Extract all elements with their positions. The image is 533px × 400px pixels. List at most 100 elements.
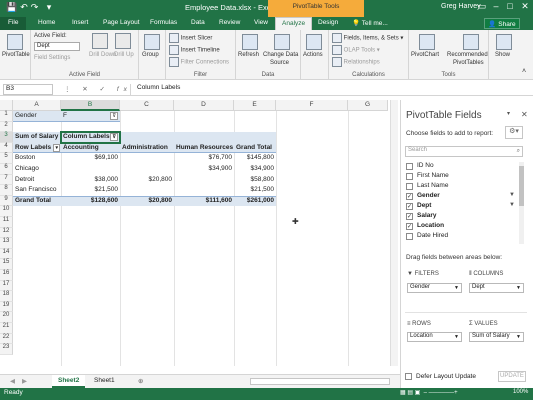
table-cell[interactable] bbox=[120, 164, 174, 175]
pane-options-icon[interactable]: ▾ bbox=[507, 110, 510, 117]
defer-checkbox[interactable] bbox=[405, 373, 412, 380]
table-row-label[interactable]: San Francisco bbox=[13, 185, 61, 196]
formula-input[interactable]: Column Labels bbox=[130, 84, 398, 95]
row-labels-filter-icon[interactable]: ▾ bbox=[53, 143, 60, 152]
table-cell[interactable]: $145,800 bbox=[234, 153, 276, 164]
table-cell[interactable]: $21,500 bbox=[234, 185, 276, 196]
table-cell[interactable]: $20,800 bbox=[120, 175, 174, 186]
table-cell[interactable]: $34,900 bbox=[174, 164, 234, 175]
table-cell[interactable]: $128,600 bbox=[61, 196, 120, 207]
field-item[interactable]: ✓ Gender ▼ bbox=[405, 192, 517, 202]
formula-icons[interactable]: ⋮ ✕ ✓ fx bbox=[64, 85, 132, 93]
row-header[interactable]: 14 bbox=[0, 248, 13, 260]
vertical-scrollbar[interactable] bbox=[390, 100, 398, 366]
chevron-down-icon[interactable]: ▼ bbox=[454, 334, 459, 340]
row-header[interactable]: 20 bbox=[0, 312, 13, 323]
table-cell[interactable]: $20,800 bbox=[120, 196, 174, 207]
filter-dropdown-icon[interactable]: ⊽ bbox=[110, 112, 118, 120]
table-row-label[interactable]: Chicago bbox=[13, 164, 61, 175]
field-checkbox-checked[interactable]: ✓ bbox=[406, 193, 413, 200]
table-cell[interactable]: $58,800 bbox=[234, 175, 276, 186]
tab-analyze[interactable]: Analyze bbox=[275, 17, 313, 30]
close-icon[interactable]: ✕ bbox=[518, 1, 532, 12]
filter-icon[interactable]: ▼ bbox=[509, 192, 515, 198]
filter-connections-button[interactable]: Filter Connections bbox=[169, 57, 229, 67]
cell-header-human-resources[interactable]: Human Resources bbox=[174, 143, 234, 154]
column-header-b[interactable]: B bbox=[61, 100, 120, 111]
row-header[interactable]: 21 bbox=[0, 323, 13, 334]
cell-b1[interactable]: F ⊽ bbox=[61, 111, 120, 122]
table-cell[interactable]: $21,500 bbox=[61, 185, 120, 196]
field-search-input[interactable]: Search ⌕ bbox=[405, 146, 523, 157]
recommended-pivottables-button[interactable]: Recommended bbox=[447, 52, 488, 58]
active-field-input[interactable]: Dept bbox=[34, 42, 80, 51]
insert-timeline-button[interactable]: Insert Timeline bbox=[169, 45, 220, 55]
table-cell[interactable]: $38,000 bbox=[61, 175, 120, 186]
row-header[interactable]: 12 bbox=[0, 227, 13, 239]
table-cell[interactable] bbox=[174, 175, 234, 186]
values-field-pill[interactable]: Sum of Salary ▼ bbox=[469, 332, 524, 342]
maximize-icon[interactable]: □ bbox=[503, 1, 517, 11]
cell-header-administration[interactable]: Administration bbox=[120, 143, 174, 154]
row-header[interactable]: 7 bbox=[0, 174, 13, 186]
field-checkbox-checked[interactable]: ✓ bbox=[406, 223, 413, 230]
chevron-down-icon[interactable]: ▼ bbox=[454, 285, 459, 291]
pane-close-icon[interactable]: ✕ bbox=[521, 110, 528, 119]
row-header[interactable]: 10 bbox=[0, 206, 13, 217]
row-header[interactable]: 11 bbox=[0, 217, 13, 228]
column-header-c[interactable]: C bbox=[120, 100, 174, 111]
cell-a1[interactable]: Gender bbox=[13, 111, 61, 122]
sheet-tab-sheet2[interactable]: Sheet2 bbox=[52, 375, 86, 388]
view-buttons[interactable]: ▦ ▤ ▣ – ──────+ bbox=[400, 389, 458, 396]
field-item[interactable]: ✓ Dept ▼ bbox=[405, 202, 517, 212]
update-button[interactable]: UPDATE bbox=[498, 371, 526, 382]
field-checkbox[interactable] bbox=[406, 163, 413, 170]
field-item[interactable]: Last Name bbox=[405, 182, 517, 192]
filter-icon[interactable]: ▼ bbox=[509, 202, 515, 208]
drill-down-button[interactable]: Drill Down bbox=[89, 52, 116, 58]
row-header[interactable]: 23 bbox=[0, 344, 13, 355]
row-header[interactable]: 5 bbox=[0, 153, 13, 164]
column-header-e[interactable]: E bbox=[234, 100, 276, 111]
tab-view[interactable]: View bbox=[254, 17, 268, 30]
actions-button[interactable]: Actions bbox=[303, 52, 323, 58]
table-row-label[interactable]: Detroit bbox=[13, 175, 61, 186]
tab-formulas[interactable]: Formulas bbox=[150, 17, 177, 30]
select-all-corner[interactable] bbox=[0, 100, 13, 111]
tab-home[interactable]: Home bbox=[38, 17, 55, 30]
share-button[interactable]: 👤 Share bbox=[484, 18, 520, 29]
rows-field-pill[interactable]: Location ▼ bbox=[407, 332, 462, 342]
pivotchart-button[interactable]: PivotChart bbox=[411, 52, 439, 58]
cell-header-grand-total[interactable]: Grand Total bbox=[234, 143, 276, 154]
chevron-down-icon[interactable]: ▼ bbox=[516, 334, 521, 340]
row-header[interactable]: 13 bbox=[0, 238, 13, 249]
row-header[interactable]: 18 bbox=[0, 291, 13, 302]
field-list-scrollbar[interactable] bbox=[519, 162, 524, 244]
row-header[interactable]: 3 bbox=[0, 132, 13, 143]
field-checkbox[interactable] bbox=[406, 173, 413, 180]
field-item[interactable]: Date Hired bbox=[405, 232, 517, 242]
row-header[interactable]: 1 bbox=[0, 111, 13, 122]
table-cell[interactable]: $76,700 bbox=[174, 153, 234, 164]
chevron-down-icon[interactable]: ▼ bbox=[516, 285, 521, 291]
gear-icon[interactable]: ⚙▾ bbox=[505, 126, 523, 139]
column-header-d[interactable]: D bbox=[174, 100, 234, 111]
tab-review[interactable]: Review bbox=[219, 17, 240, 30]
pivottable-button[interactable]: PivotTable bbox=[2, 52, 30, 58]
row-header[interactable]: 16 bbox=[0, 270, 13, 281]
collapse-ribbon-icon[interactable]: ˄ bbox=[522, 68, 526, 75]
horizontal-scrollbar[interactable] bbox=[250, 378, 390, 385]
row-header[interactable]: 22 bbox=[0, 333, 13, 345]
field-item[interactable]: First Name bbox=[405, 172, 517, 182]
field-item[interactable]: ID No bbox=[405, 162, 517, 172]
row-header[interactable]: 6 bbox=[0, 164, 13, 175]
column-header-g[interactable]: G bbox=[348, 100, 388, 111]
ribbon-display-icon[interactable]: ▭ bbox=[475, 1, 489, 12]
table-cell[interactable]: $69,100 bbox=[61, 153, 120, 164]
field-checkbox-checked[interactable]: ✓ bbox=[406, 213, 413, 220]
tab-insert[interactable]: Insert bbox=[72, 17, 88, 30]
olap-tools-button[interactable]: OLAP Tools ▾ bbox=[332, 45, 380, 55]
cell-a3[interactable]: Sum of Salary bbox=[13, 132, 61, 143]
row-header[interactable]: 9 bbox=[0, 195, 13, 207]
table-row-label[interactable]: Boston bbox=[13, 153, 61, 164]
